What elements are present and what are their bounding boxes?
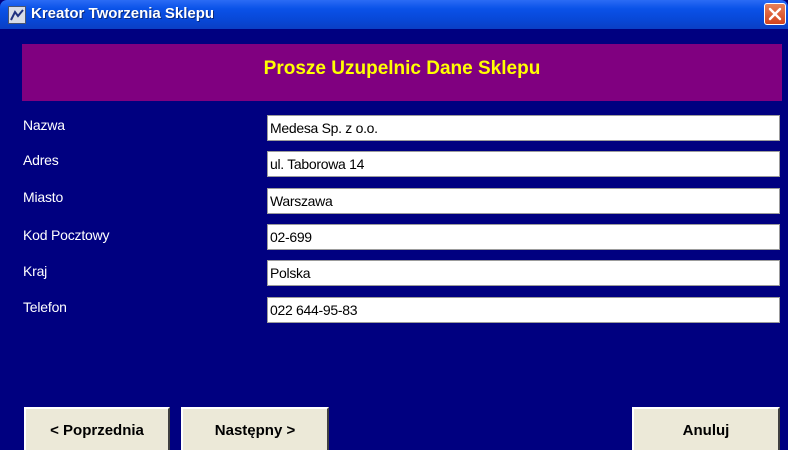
city-field[interactable]: Warszawa bbox=[267, 188, 780, 214]
name-field[interactable]: Medesa Sp. z o.o. bbox=[267, 115, 780, 141]
close-icon bbox=[768, 7, 782, 21]
title-bar[interactable]: Kreator Tworzenia Sklepu bbox=[0, 0, 788, 29]
country-field[interactable]: Polska bbox=[267, 260, 780, 286]
previous-button[interactable]: < Poprzednia bbox=[24, 407, 170, 450]
next-button[interactable]: Następny > bbox=[181, 407, 329, 450]
country-label: Kraj bbox=[23, 263, 48, 279]
close-button[interactable] bbox=[764, 3, 786, 25]
postal-code-label: Kod Pocztowy bbox=[23, 227, 110, 243]
phone-label: Telefon bbox=[23, 299, 67, 315]
window-title: Kreator Tworzenia Sklepu bbox=[31, 5, 215, 22]
city-label: Miasto bbox=[23, 189, 64, 205]
cancel-button[interactable]: Anuluj bbox=[632, 407, 780, 450]
phone-field[interactable]: 022 644-95-83 bbox=[267, 297, 780, 323]
app-icon[interactable] bbox=[8, 6, 26, 24]
name-label: Nazwa bbox=[23, 117, 65, 133]
page-title: Prosze Uzupelnic Dane Sklepu bbox=[263, 58, 541, 79]
address-label: Adres bbox=[23, 152, 59, 168]
address-field[interactable]: ul. Taborowa 14 bbox=[267, 151, 780, 177]
header-band: Prosze Uzupelnic Dane Sklepu bbox=[22, 44, 782, 101]
postal-code-field[interactable]: 02-699 bbox=[267, 224, 780, 250]
